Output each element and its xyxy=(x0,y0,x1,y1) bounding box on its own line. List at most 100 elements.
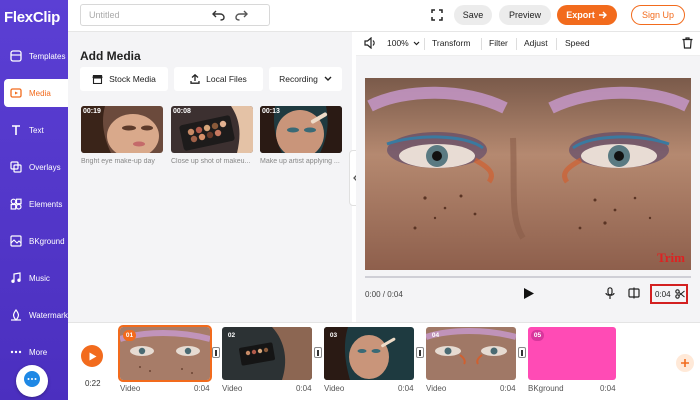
export-button[interactable]: Export xyxy=(557,5,617,25)
sign-up-button[interactable]: Sign Up xyxy=(631,5,685,25)
text-icon xyxy=(8,122,24,138)
trash-icon[interactable] xyxy=(682,37,693,51)
zoom-level: 100% xyxy=(387,38,409,48)
split-icon[interactable] xyxy=(628,287,640,299)
transition-button[interactable] xyxy=(212,347,220,358)
background-icon xyxy=(8,233,24,249)
chevron-down-icon xyxy=(413,41,420,46)
speed-button[interactable]: Speed xyxy=(565,38,590,48)
media-caption: Bright eye make-up day xyxy=(81,158,155,165)
adjust-button[interactable]: Adjust xyxy=(524,38,548,48)
timeline-play-button[interactable] xyxy=(81,345,103,367)
clip-duration: 0:04 xyxy=(600,384,616,393)
local-files-tab[interactable]: Local Files xyxy=(174,67,263,91)
chat-icon xyxy=(23,370,41,393)
transform-button[interactable]: Transform xyxy=(432,38,470,48)
recording-dropdown[interactable]: Recording xyxy=(269,67,342,91)
top-bar: Save Preview Export Sign Up xyxy=(68,0,700,32)
clip-number: 05 xyxy=(531,330,544,341)
chat-button[interactable] xyxy=(16,365,48,397)
sidebar-item-label: BKground xyxy=(29,236,65,246)
preview-toolbar: 100% Transform Filter Adjust Speed xyxy=(356,32,700,56)
sidebar-item-more[interactable]: More xyxy=(4,338,68,366)
tab-label: Recording xyxy=(279,74,318,84)
clip-duration: 0:04 xyxy=(296,384,312,393)
duration-badge: 00:19 xyxy=(83,108,101,115)
save-button[interactable]: Save xyxy=(454,5,492,25)
timeline-clip[interactable]: 02 xyxy=(222,327,312,380)
clip-type-label: Video xyxy=(222,384,243,393)
media-item[interactable]: 00:08 xyxy=(171,106,253,153)
trim-watermark: Trim xyxy=(657,250,685,265)
divider xyxy=(424,38,425,50)
sidebar-item-templates[interactable]: Templates xyxy=(4,42,68,70)
preview-button[interactable]: Preview xyxy=(499,5,551,25)
sidebar-item-media[interactable]: Media xyxy=(4,79,68,107)
sidebar-item-label: Elements xyxy=(29,199,63,209)
volume-icon[interactable] xyxy=(364,36,376,51)
overlays-icon xyxy=(8,159,24,175)
divider xyxy=(516,38,517,50)
timeline-clip[interactable]: 05 xyxy=(528,327,616,380)
upload-icon xyxy=(190,74,200,84)
timeline-clip[interactable]: 04 xyxy=(426,327,516,380)
clip-duration: 0:04 xyxy=(194,384,210,393)
sidebar-item-label: Overlays xyxy=(29,162,61,172)
export-label: Export xyxy=(566,10,595,20)
clip-type-label: Video xyxy=(324,384,345,393)
divider xyxy=(481,38,482,50)
sidebar-item-label: Templates xyxy=(29,51,66,61)
clip-number: 02 xyxy=(227,332,236,339)
clip-type-label: Video xyxy=(120,384,141,393)
timeline-current-time: 0:22 xyxy=(85,379,101,388)
plus-icon xyxy=(680,358,690,368)
duration-badge: 00:08 xyxy=(173,108,191,115)
filter-button[interactable]: Filter xyxy=(489,38,508,48)
sidebar: FlexClip Templates Media Text Overlays E… xyxy=(0,0,68,400)
trim-duration-box[interactable]: 0:04 xyxy=(650,284,688,304)
media-caption: Make up artist applying ... xyxy=(260,158,340,165)
scissors-icon xyxy=(674,289,685,299)
playback-progress-bar[interactable] xyxy=(365,276,691,278)
add-clip-button[interactable] xyxy=(676,354,694,372)
stock-media-tab[interactable]: Stock Media xyxy=(80,67,168,91)
store-icon xyxy=(92,74,103,84)
media-caption: Close up shot of makeu... xyxy=(171,158,251,165)
music-icon xyxy=(8,270,24,286)
redo-icon[interactable] xyxy=(234,8,248,22)
video-preview[interactable]: Trim xyxy=(365,78,691,270)
zoom-select[interactable]: 100% xyxy=(387,38,420,48)
more-icon xyxy=(8,344,24,360)
flexclip-logo[interactable]: FlexClip xyxy=(4,9,60,26)
play-icon[interactable] xyxy=(523,287,535,300)
tab-label: Stock Media xyxy=(109,74,156,84)
sidebar-item-bkground[interactable]: BKground xyxy=(4,227,68,255)
chevron-down-icon xyxy=(324,76,332,82)
sidebar-item-text[interactable]: Text xyxy=(4,116,68,144)
sidebar-item-music[interactable]: Music xyxy=(4,264,68,292)
play-icon xyxy=(89,352,97,361)
sidebar-item-watermark[interactable]: Watermark xyxy=(4,301,68,329)
clip-duration: 0:04 xyxy=(500,384,516,393)
undo-icon[interactable] xyxy=(211,8,225,22)
microphone-icon[interactable] xyxy=(605,287,615,300)
clip-duration: 0:04 xyxy=(398,384,414,393)
media-item[interactable]: 00:19 xyxy=(81,106,163,153)
video-frame-image xyxy=(365,78,691,270)
sidebar-item-overlays[interactable]: Overlays xyxy=(4,153,68,181)
time-readout: 0:00 / 0:04 xyxy=(365,290,403,299)
transition-button[interactable] xyxy=(518,347,526,358)
transition-button[interactable] xyxy=(314,347,322,358)
templates-icon xyxy=(8,48,24,64)
sidebar-item-elements[interactable]: Elements xyxy=(4,190,68,218)
transition-button[interactable] xyxy=(416,347,424,358)
sidebar-item-label: Media xyxy=(29,88,51,98)
timeline-clip[interactable]: 01 xyxy=(118,325,212,382)
fullscreen-icon[interactable] xyxy=(430,8,444,22)
clip-type-label: BKground xyxy=(528,384,564,393)
media-icon xyxy=(8,85,24,101)
clip-number: 04 xyxy=(431,332,440,339)
clip-number: 03 xyxy=(329,332,338,339)
media-item[interactable]: 00:13 xyxy=(260,106,342,153)
timeline-clip[interactable]: 03 xyxy=(324,327,414,380)
